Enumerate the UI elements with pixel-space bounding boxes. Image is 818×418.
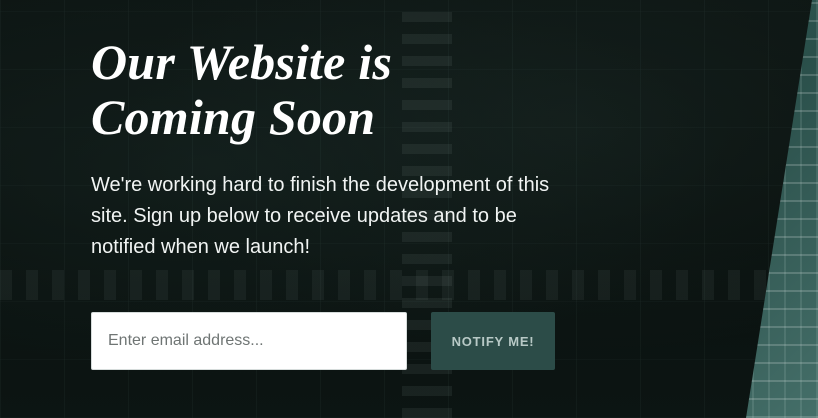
page-title: Our Website is Coming Soon [91,35,561,145]
hero-content: Our Website is Coming Soon We're working… [91,35,561,263]
page-title-line-1: Our Website is [91,34,392,90]
signup-form: NOTIFY ME! [91,312,555,370]
email-input[interactable] [91,312,407,370]
notify-button[interactable]: NOTIFY ME! [431,312,555,370]
page-title-line-2: Coming Soon [91,89,376,145]
hero-description: We're working hard to finish the develop… [91,174,550,258]
background-crosswalk [0,270,818,300]
